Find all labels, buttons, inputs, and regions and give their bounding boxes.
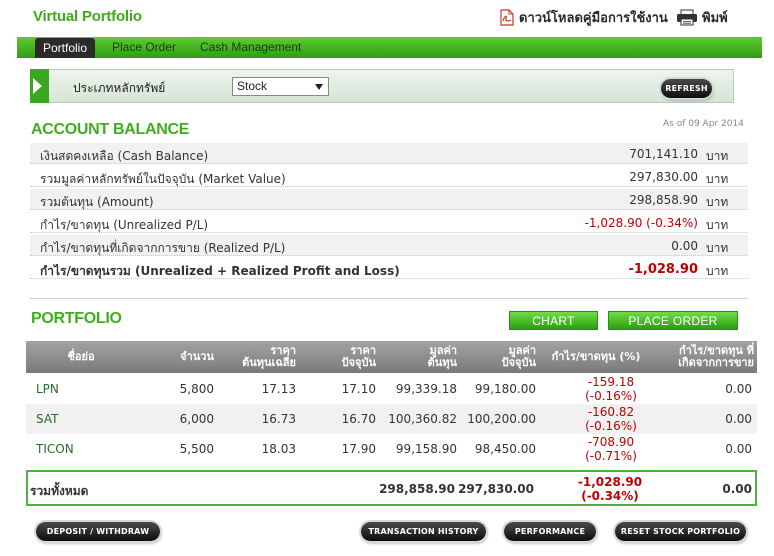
avg-cost-cell: 18.03 bbox=[261, 442, 296, 456]
symbol-link[interactable]: SAT bbox=[36, 412, 58, 426]
tab-place-order[interactable]: Place Order bbox=[112, 37, 176, 58]
avg-cost-cell: 17.13 bbox=[261, 382, 296, 396]
tab-cash-management[interactable]: Cash Management bbox=[200, 37, 301, 58]
security-type-value: Stock bbox=[237, 79, 268, 93]
col-avg-cost: ราคา ต้นทุนเฉลี่ย bbox=[242, 344, 296, 369]
app-title: Virtual Portfolio bbox=[33, 8, 142, 25]
place-order-button[interactable]: PLACE ORDER bbox=[608, 311, 738, 330]
balance-label: เงินสดคงเหลือ (Cash Balance) bbox=[40, 149, 209, 163]
pdf-icon bbox=[500, 9, 514, 26]
tab-portfolio[interactable]: Portfolio bbox=[35, 38, 96, 58]
table-total-row: รวมทั้งหมด 298,858.90 297,830.00 -1,028.… bbox=[26, 470, 757, 506]
market-cell: 99,180.00 bbox=[474, 382, 536, 396]
balance-row-cash: เงินสดคงเหลือ (Cash Balance) 701,141.10 … bbox=[30, 143, 748, 164]
col-pl: กำไร/ขาดทุน (%) bbox=[551, 350, 641, 364]
symbol-link[interactable]: LPN bbox=[36, 382, 59, 396]
table-row: LPN 5,800 17.13 17.10 99,339.18 99,180.0… bbox=[26, 374, 757, 404]
deposit-withdraw-button[interactable]: DEPOSIT / WITHDRAW bbox=[36, 522, 160, 541]
balance-value: 701,141.10 bbox=[629, 147, 698, 161]
table-row: TICON 5,500 18.03 17.90 99,158.90 98,450… bbox=[26, 434, 757, 464]
price-cell: 17.10 bbox=[341, 382, 376, 396]
balance-value: 0.00 bbox=[671, 239, 698, 253]
symbol-link[interactable]: TICON bbox=[36, 442, 74, 456]
realized-cell: 0.00 bbox=[725, 442, 752, 456]
col-price: ราคา ปัจจุบัน bbox=[341, 344, 376, 369]
realized-cell: 0.00 bbox=[725, 412, 752, 426]
total-label: รวมทั้งหมด bbox=[30, 484, 89, 498]
col-market: มูลค่า ปัจจุบัน bbox=[501, 344, 536, 369]
transaction-history-button[interactable]: TRANSACTION HISTORY bbox=[361, 522, 486, 541]
print-link[interactable]: พิมพ์ bbox=[676, 7, 728, 28]
price-cell: 16.70 bbox=[341, 412, 376, 426]
balance-unit: บาท bbox=[706, 149, 729, 163]
total-realized: 0.00 bbox=[722, 482, 752, 496]
balance-unit: บาท bbox=[706, 195, 729, 209]
market-cell: 98,450.00 bbox=[474, 442, 536, 456]
cost-cell: 100,360.82 bbox=[388, 412, 457, 426]
reset-stock-portfolio-button[interactable]: RESET STOCK PORTFOLIO bbox=[615, 522, 746, 541]
balance-label: กำไร/ขาดทุนที่เกิดจากการขาย (Realized P/… bbox=[40, 241, 286, 255]
col-realized: กำไร/ขาดทุน ที่ เกิดจากการขาย bbox=[678, 344, 754, 369]
balance-unit: บาท bbox=[706, 264, 729, 278]
balance-unit: บาท bbox=[706, 172, 729, 186]
portfolio-table-header: ชื่อย่อ จำนวน ราคา ต้นทุนเฉลี่ย ราคา ปัจจุ… bbox=[26, 341, 757, 373]
as-of-date: As of 09 Apr 2014 bbox=[663, 119, 744, 129]
balance-value: -1,028.90 (-0.34%) bbox=[584, 216, 698, 230]
balance-value: -1,028.90 bbox=[628, 262, 698, 277]
col-qty: จำนวน bbox=[180, 350, 214, 364]
balance-label: รวมมูลค่าหลักทรัพย์ในปัจจุบัน (Market Va… bbox=[40, 172, 286, 186]
security-type-select[interactable]: Stock bbox=[232, 77, 329, 96]
top-header: Virtual Portfolio ดาวน์โหลดคู่มือการใช้ง… bbox=[0, 0, 774, 36]
performance-button[interactable]: PERFORMANCE bbox=[504, 522, 596, 541]
security-type-label: ประเภทหลักทรัพย์ bbox=[73, 81, 166, 95]
total-market: 297,830.00 bbox=[458, 482, 534, 496]
nav-bar: Portfolio Place Order Cash Management bbox=[17, 37, 762, 58]
balance-value: 298,858.90 bbox=[629, 193, 698, 207]
balance-row-market-value: รวมมูลค่าหลักทรัพย์ในปัจจุบัน (Market Va… bbox=[30, 166, 748, 187]
table-row: SAT 6,000 16.73 16.70 100,360.82 100,200… bbox=[26, 404, 757, 434]
avg-cost-cell: 16.73 bbox=[261, 412, 296, 426]
price-cell: 17.90 bbox=[341, 442, 376, 456]
account-balance-title: ACCOUNT BALANCE bbox=[31, 121, 190, 138]
printer-icon bbox=[676, 9, 698, 26]
chart-button[interactable]: CHART bbox=[509, 311, 598, 330]
qty-cell: 6,000 bbox=[179, 412, 214, 426]
refresh-button[interactable]: REFRESH bbox=[661, 79, 712, 98]
download-manual-link[interactable]: ดาวน์โหลดคู่มือการใช้งาน bbox=[500, 7, 668, 28]
caret-down-icon bbox=[315, 84, 323, 90]
balance-label: กำไร/ขาดทุน (Unrealized P/L) bbox=[40, 218, 209, 232]
security-type-filter: ประเภทหลักทรัพย์ Stock bbox=[30, 69, 734, 103]
balance-row-realized-pl: กำไร/ขาดทุนที่เกิดจากการขาย (Realized P/… bbox=[30, 235, 748, 256]
section-divider bbox=[30, 298, 748, 299]
cost-cell: 99,339.18 bbox=[395, 382, 457, 396]
cost-cell: 99,158.90 bbox=[395, 442, 457, 456]
qty-cell: 5,800 bbox=[179, 382, 214, 396]
qty-cell: 5,500 bbox=[179, 442, 214, 456]
print-label: พิมพ์ bbox=[702, 11, 728, 26]
col-symbol: ชื่อย่อ bbox=[67, 350, 95, 364]
balance-unit: บาท bbox=[706, 241, 729, 255]
realized-cell: 0.00 bbox=[725, 382, 752, 396]
balance-row-amount: รวมต้นทุน (Amount) 298,858.90 บาท bbox=[30, 189, 748, 210]
download-manual-label: ดาวน์โหลดคู่มือการใช้งาน bbox=[519, 11, 668, 26]
balance-label: รวมต้นทุน (Amount) bbox=[40, 195, 154, 209]
portfolio-title: PORTFOLIO bbox=[31, 310, 122, 327]
total-cost: 298,858.90 bbox=[379, 482, 455, 496]
balance-label: กำไร/ขาดทุนรวม (Unrealized + Realized Pr… bbox=[40, 264, 400, 278]
balance-unit: บาท bbox=[706, 218, 729, 232]
balance-row-unrealized-pl: กำไร/ขาดทุน (Unrealized P/L) -1,028.90 (… bbox=[30, 212, 748, 233]
market-cell: 100,200.00 bbox=[467, 412, 536, 426]
balance-value: 297,830.00 bbox=[629, 170, 698, 184]
balance-row-total-pl: กำไร/ขาดทุนรวม (Unrealized + Realized Pr… bbox=[30, 258, 748, 279]
col-cost: มูลค่า ต้นทุน bbox=[427, 344, 457, 369]
arrow-right-icon bbox=[30, 69, 49, 103]
